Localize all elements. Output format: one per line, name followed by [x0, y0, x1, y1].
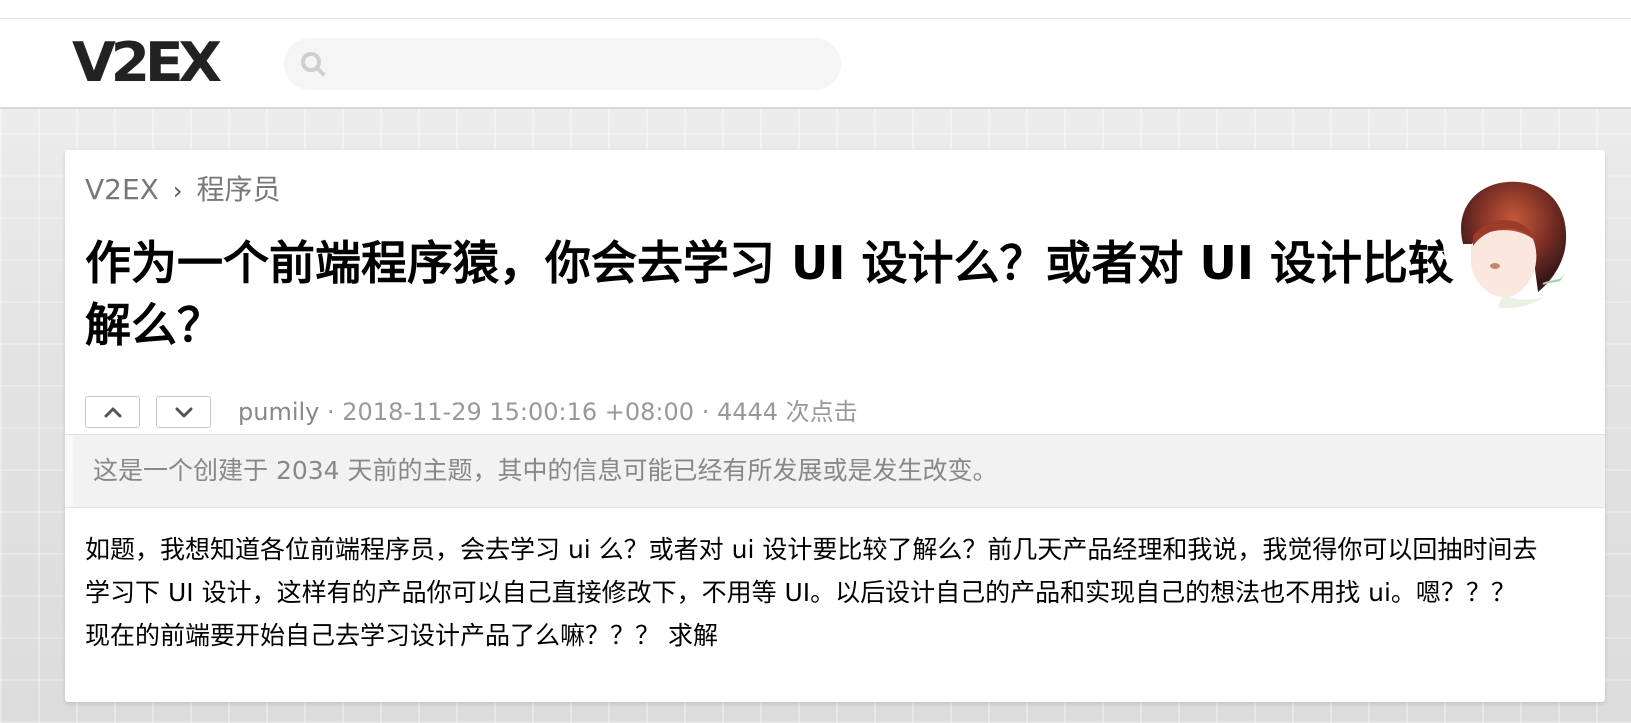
breadcrumb-separator: › — [172, 177, 183, 205]
search-icon — [301, 52, 325, 76]
author-link[interactable]: pumily — [238, 398, 319, 426]
site-header: V2EX — [0, 19, 1631, 108]
topic-content: 如题，我想知道各位前端程序员，会去学习 ui 么？或者对 ui 设计要比较了解么… — [85, 535, 1538, 650]
topic-meta: pumily · 2018-11-29 15:00:16 +08:00 · 44… — [238, 394, 858, 430]
search-input[interactable] — [336, 46, 826, 82]
topic-box: V2EX › 程序员 作为一个前端程序猿，你会去学习 UI 设计么？或者对 UI 设… — [65, 150, 1605, 702]
top-strip — [0, 0, 1631, 19]
chevron-down-icon — [175, 407, 192, 418]
chevron-up-icon — [104, 407, 121, 418]
age-notice-text: 这是一个创建于 2034 天前的主题，其中的信息可能已经有所发展或是发生改变。 — [93, 456, 998, 485]
author-avatar[interactable] — [1443, 174, 1573, 308]
topic-title: 作为一个前端程序猿，你会去学习 UI 设计么？或者对 UI 设计比较了解么？ — [85, 236, 1500, 352]
avatar-image — [1443, 174, 1573, 308]
breadcrumb: V2EX › 程序员 — [85, 170, 280, 211]
notice-accent-bar — [65, 435, 73, 507]
upvote-button[interactable] — [85, 396, 140, 428]
topic-meta-info: · 2018-11-29 15:00:16 +08:00 · 4444 次点击 — [319, 398, 858, 426]
site-logo[interactable]: V2EX — [72, 35, 222, 91]
downvote-button[interactable] — [156, 396, 211, 428]
breadcrumb-home[interactable]: V2EX — [85, 173, 159, 206]
breadcrumb-node[interactable]: 程序员 — [196, 173, 280, 206]
search-bar[interactable] — [284, 38, 841, 90]
age-notice: 这是一个创建于 2034 天前的主题，其中的信息可能已经有所发展或是发生改变。 — [65, 434, 1605, 508]
